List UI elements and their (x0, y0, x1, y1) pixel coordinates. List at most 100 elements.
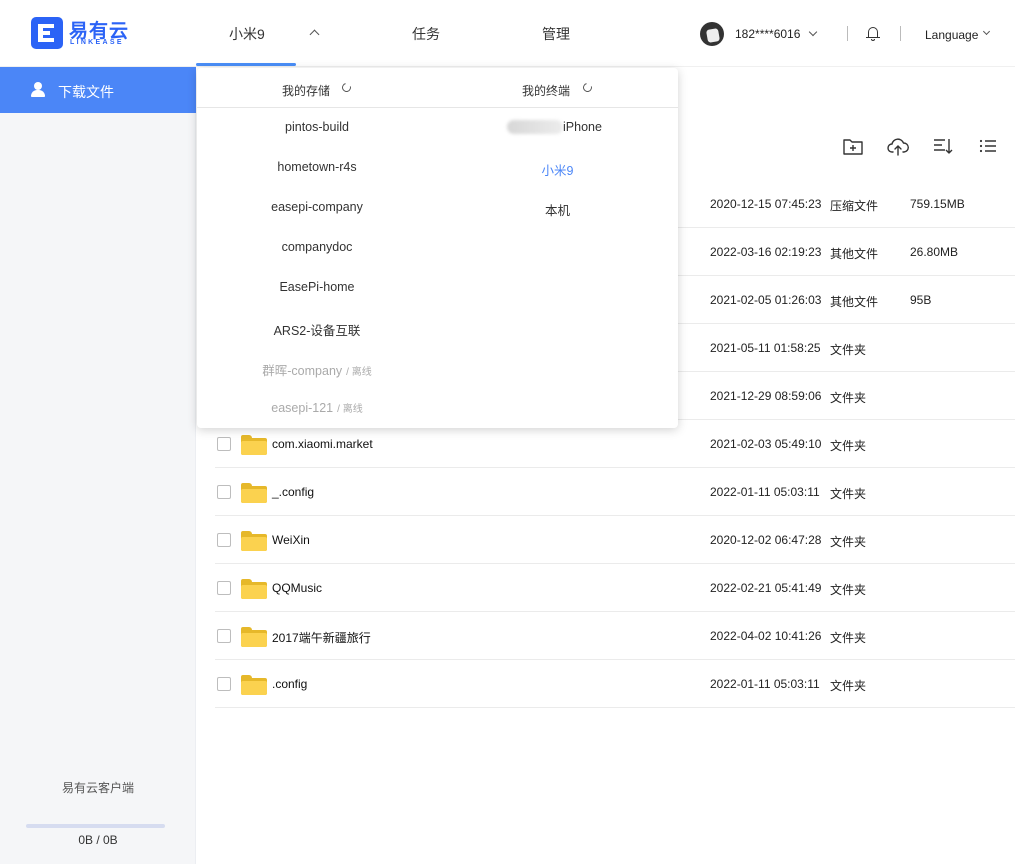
linkease-logo[interactable]: 易有云 LINKEASE (31, 17, 128, 49)
table-row[interactable]: QQMusic 2022-02-21 05:41:49 文件夹 (215, 564, 1015, 612)
storage-item-name: 群晖-company (262, 364, 343, 378)
terminal-item[interactable]: 本机 (437, 200, 678, 219)
upload-icon[interactable] (886, 134, 910, 158)
storage-progress-bar (26, 824, 165, 828)
file-type: 其他文件 (830, 295, 879, 309)
file-date: 2022-02-21 05:41:49 (710, 581, 822, 595)
offline-tag: / 离线 (346, 367, 372, 378)
storage-item-name: EasePi-home (279, 280, 355, 294)
sidebar: 下载文件 易有云客户端 0B / 0B (0, 67, 196, 864)
device-dropdown: 我的存储 我的终端 pintos-build hometown-r4s easepi… (197, 68, 678, 428)
dropdown-header: 我的存储 我的终端 (197, 68, 678, 108)
storage-item-name: easepi-company (271, 200, 363, 214)
user-icon (31, 82, 45, 97)
user-phone[interactable]: 182****6016 (735, 27, 800, 41)
logo-mark-icon (31, 17, 63, 49)
bell-icon[interactable] (866, 26, 880, 42)
file-size: 759.15MB (910, 197, 965, 211)
table-row[interactable]: WeiXin 2020-12-02 06:47:28 文件夹 (215, 516, 1015, 564)
file-type: 文件夹 (830, 391, 867, 405)
avatar[interactable] (700, 22, 724, 46)
storage-quota: 0B / 0B (78, 833, 118, 847)
folder-icon (241, 627, 267, 647)
client-label[interactable]: 易有云客户端 (0, 779, 196, 796)
storage-item[interactable]: EasePi-home (197, 280, 437, 294)
file-date: 2022-03-16 02:19:23 (710, 245, 822, 259)
file-date: 2022-01-11 05:03:11 (710, 485, 820, 499)
sidebar-item-downloads[interactable]: 下载文件 (0, 67, 196, 113)
storage-title: 我的存储 (282, 84, 331, 98)
storage-item[interactable]: pintos-build (197, 120, 437, 134)
row-checkbox[interactable] (217, 485, 231, 499)
redacted-blur (507, 120, 563, 134)
sidebar-item-label: 下载文件 (58, 84, 114, 100)
row-checkbox[interactable] (217, 437, 231, 451)
folder-icon (241, 579, 267, 599)
row-checkbox[interactable] (217, 581, 231, 595)
storage-item[interactable]: hometown-r4s (197, 160, 437, 174)
offline-tag: / 离线 (337, 404, 363, 415)
file-type: 文件夹 (830, 535, 867, 549)
file-name[interactable]: _.config (272, 485, 314, 499)
storage-item-name: hometown-r4s (277, 160, 357, 174)
file-date: 2022-04-02 10:41:26 (710, 629, 822, 643)
file-type: 文件夹 (830, 439, 867, 453)
file-size: 26.80MB (910, 245, 959, 259)
row-checkbox[interactable] (217, 677, 231, 691)
storage-item[interactable]: easepi-company (197, 200, 437, 214)
terminal-item[interactable]: 小米9 (437, 160, 678, 179)
nav-manage[interactable]: 管理 (542, 24, 570, 44)
sort-icon[interactable] (931, 134, 955, 158)
storage-item: 群晖-company / 离线 (197, 360, 437, 379)
storage-item-name: easepi-121 (271, 401, 334, 415)
terminal-title: 我的终端 (522, 84, 571, 98)
divider (900, 26, 901, 41)
chevron-up-icon[interactable] (309, 29, 320, 40)
file-name[interactable]: QQMusic (272, 581, 322, 595)
file-size: 95B (910, 293, 932, 307)
terminal-item[interactable]: iPhone (563, 120, 602, 134)
folder-icon (241, 675, 267, 695)
storage-item-name: ARS2-设备互联 (273, 324, 361, 338)
folder-icon (241, 435, 267, 455)
table-row[interactable]: _.config 2022-01-11 05:03:11 文件夹 (215, 468, 1015, 516)
nav-active-indicator (196, 63, 296, 66)
nav-tasks[interactable]: 任务 (412, 24, 440, 44)
file-date: 2021-05-11 01:58:25 (710, 341, 821, 355)
file-name[interactable]: .config (272, 677, 307, 691)
file-date: 2020-12-15 07:45:23 (710, 197, 822, 211)
refresh-icon[interactable] (581, 81, 594, 94)
refresh-icon[interactable] (340, 81, 353, 94)
row-checkbox[interactable] (217, 629, 231, 643)
file-name[interactable]: WeiXin (272, 533, 310, 547)
storage-item[interactable]: ARS2-设备互联 (197, 320, 437, 339)
storage-item-name: companydoc (281, 240, 353, 254)
file-date: 2021-02-03 05:49:10 (710, 437, 822, 451)
file-type: 文件夹 (830, 487, 867, 501)
new-folder-icon[interactable] (841, 134, 865, 158)
storage-item[interactable]: companydoc (197, 240, 437, 254)
file-type: 文件夹 (830, 679, 867, 693)
folder-icon (241, 483, 267, 503)
file-type: 文件夹 (830, 583, 867, 597)
divider (847, 26, 848, 41)
chevron-down-icon[interactable] (982, 27, 991, 36)
file-type: 压缩文件 (830, 199, 879, 213)
table-row[interactable]: 2017端午新疆旅行 2022-04-02 10:41:26 文件夹 (215, 612, 1015, 660)
list-view-icon[interactable] (976, 134, 1000, 158)
storage-item: easepi-121/ 离线 (197, 400, 437, 415)
file-date: 2021-02-05 01:26:03 (710, 293, 822, 307)
chevron-down-icon[interactable] (808, 27, 818, 37)
file-name[interactable]: com.xiaomi.market (272, 437, 373, 451)
language-selector[interactable]: Language (925, 28, 978, 42)
file-date: 2020-12-02 06:47:28 (710, 533, 822, 547)
file-date: 2021-12-29 08:59:06 (710, 389, 822, 403)
file-type: 文件夹 (830, 631, 867, 645)
row-checkbox[interactable] (217, 533, 231, 547)
table-row[interactable]: .config 2022-01-11 05:03:11 文件夹 (215, 660, 1015, 708)
logo-subtext: LINKEASE (70, 39, 124, 46)
nav-device-selector[interactable]: 小米9 (229, 24, 265, 44)
file-date: 2022-01-11 05:03:11 (710, 677, 820, 691)
file-name[interactable]: 2017端午新疆旅行 (272, 629, 371, 646)
file-type: 其他文件 (830, 247, 879, 261)
